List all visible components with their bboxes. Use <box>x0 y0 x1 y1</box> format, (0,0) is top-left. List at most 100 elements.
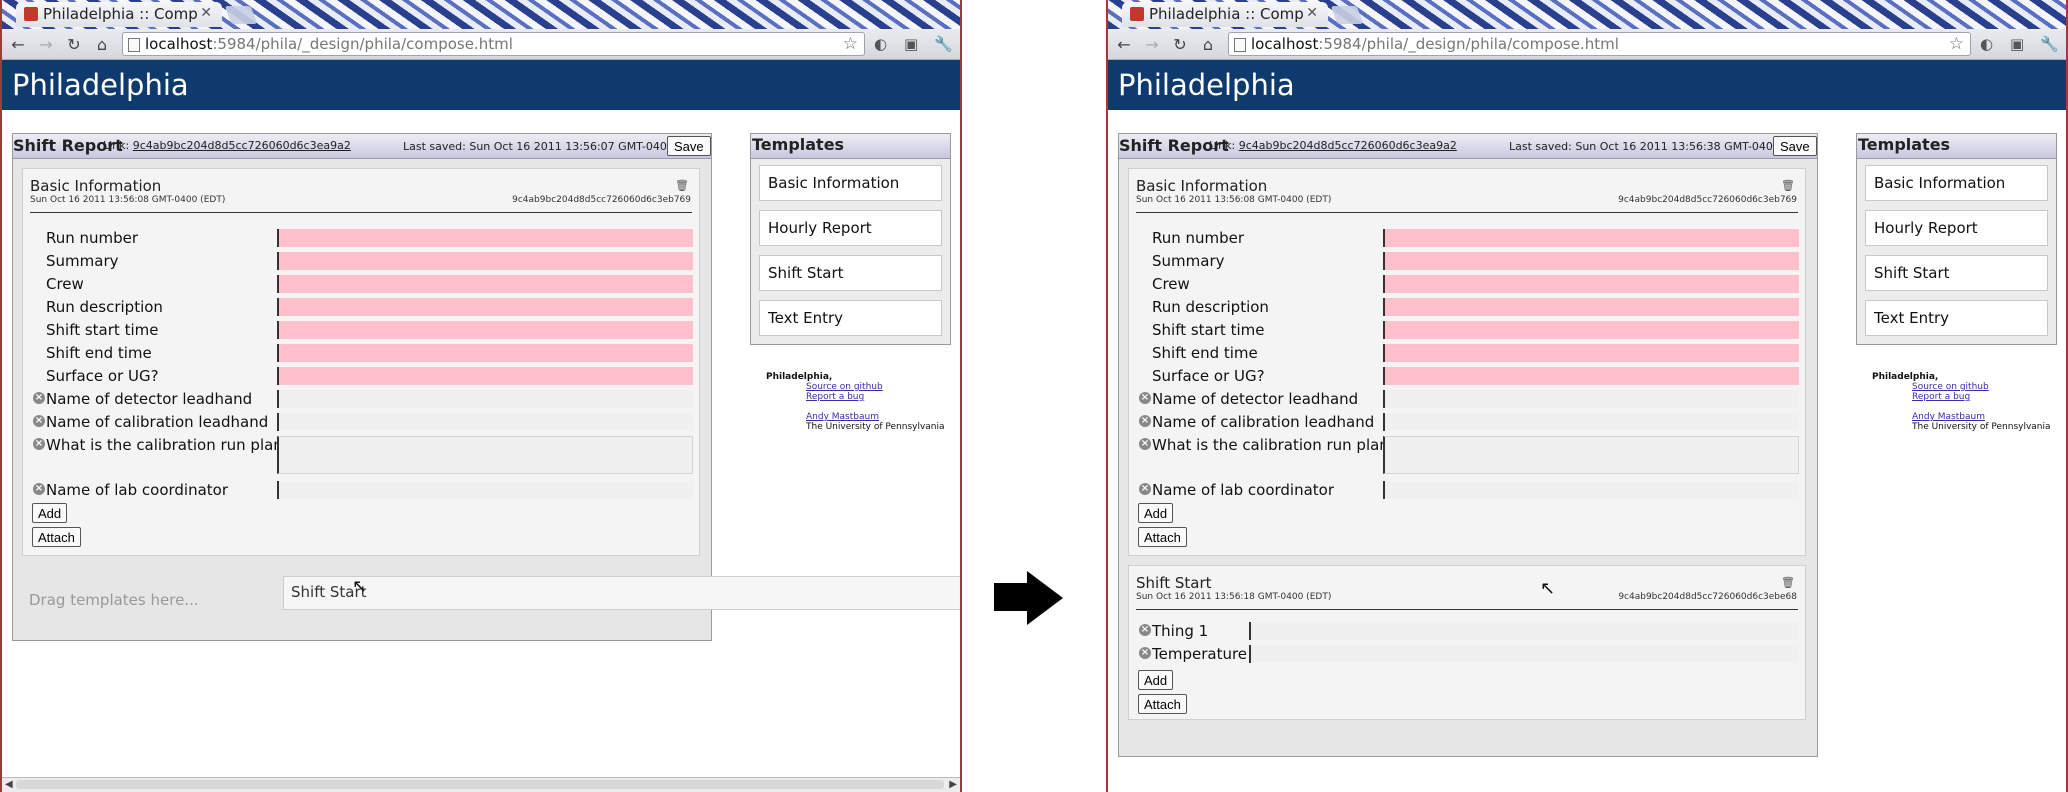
remove-field-icon[interactable]: × <box>1139 647 1151 659</box>
detector-leadhand-input[interactable] <box>277 390 693 408</box>
address-bar[interactable]: localhost:5984/phila/_design/phila/compo… <box>122 32 865 56</box>
forward-icon[interactable]: → <box>1142 35 1162 54</box>
remove-field-icon[interactable]: × <box>33 392 45 404</box>
save-button[interactable]: Save <box>1773 136 1817 156</box>
extension-icon[interactable]: ◐ <box>874 35 887 53</box>
trash-icon[interactable]: 🗑 <box>1781 179 1795 192</box>
horizontal-scrollbar[interactable]: ◀ ▶ <box>2 777 960 792</box>
reload-icon[interactable]: ↻ <box>1170 35 1190 54</box>
back-icon[interactable]: ← <box>8 35 28 54</box>
temperature-input[interactable] <box>1249 645 1799 663</box>
field-row: × Name of calibration leadhand <box>31 411 693 433</box>
shift-start-time-input[interactable] <box>1383 321 1799 339</box>
tab-close-icon[interactable]: ✕ <box>200 5 212 21</box>
shift-end-time-input[interactable] <box>277 344 693 362</box>
remove-field-icon[interactable]: × <box>33 415 45 427</box>
summary-input[interactable] <box>1383 252 1799 270</box>
calibration-run-plan-textarea[interactable] <box>1383 436 1799 474</box>
drop-zone-placeholder[interactable]: Drag templates here... <box>29 591 199 609</box>
remove-field-icon[interactable]: × <box>33 483 45 495</box>
shift-report-panel: Shift Report Link: 9c4ab9bc204d8d5cc7260… <box>1118 133 1818 757</box>
thing-1-input[interactable] <box>1249 622 1799 640</box>
browser-tab[interactable]: Philadelphia :: Compose ✕ <box>16 2 222 27</box>
address-bar[interactable]: localhost:5984/phila/_design/phila/compo… <box>1228 32 1971 56</box>
run-number-input[interactable] <box>1383 229 1799 247</box>
surface-or-ug-input[interactable] <box>1383 367 1799 385</box>
extension-icon[interactable]: ◐ <box>1980 35 1993 53</box>
extension-2-icon[interactable]: ▣ <box>904 35 918 53</box>
author-link[interactable]: Andy Mastbaum <box>806 412 945 422</box>
calibration-run-plan-textarea[interactable] <box>277 436 693 474</box>
dragged-template-ghost[interactable]: Shift Start <box>283 576 960 610</box>
add-field-button[interactable]: Add <box>32 503 68 523</box>
author-link[interactable]: Andy Mastbaum <box>1912 412 2051 422</box>
wrench-icon[interactable]: 🔧 <box>2040 35 2059 53</box>
template-basic-information[interactable]: Basic Information <box>759 165 942 201</box>
remove-field-icon[interactable]: × <box>1139 415 1151 427</box>
report-bug-link[interactable]: Report a bug <box>1912 392 2051 402</box>
remove-field-icon[interactable]: × <box>1139 483 1151 495</box>
crew-input[interactable] <box>277 275 693 293</box>
add-field-button[interactable]: Add <box>1138 503 1174 523</box>
source-link[interactable]: Source on github <box>806 382 945 392</box>
new-tab-button[interactable] <box>224 6 258 24</box>
field-label: Run description <box>46 298 163 316</box>
crew-input[interactable] <box>1383 275 1799 293</box>
forward-icon[interactable]: → <box>36 35 56 54</box>
app-header: Philadelphia <box>2 60 960 110</box>
bookmark-star-icon[interactable]: ☆ <box>843 33 858 55</box>
entry-shift-start: Shift Start Sun Oct 16 2011 13:56:18 GMT… <box>1128 565 1806 720</box>
detector-leadhand-input[interactable] <box>1383 390 1799 408</box>
template-text-entry[interactable]: Text Entry <box>1865 300 2048 336</box>
attach-button[interactable]: Attach <box>1138 527 1187 547</box>
source-link[interactable]: Source on github <box>1912 382 2051 392</box>
remove-field-icon[interactable]: × <box>33 438 45 450</box>
calibration-leadhand-input[interactable] <box>277 413 693 431</box>
home-icon[interactable]: ⌂ <box>92 35 112 54</box>
template-text-entry[interactable]: Text Entry <box>759 300 942 336</box>
report-link-value[interactable]: 9c4ab9bc204d8d5cc726060d6c3ea9a2 <box>133 139 351 152</box>
entry-date: Sun Oct 16 2011 13:56:08 GMT-0400 (EDT) <box>30 195 226 205</box>
scroll-left-icon[interactable]: ◀ <box>5 779 13 790</box>
surface-or-ug-input[interactable] <box>277 367 693 385</box>
scrollbar-thumb[interactable] <box>16 780 944 789</box>
home-icon[interactable]: ⌂ <box>1198 35 1218 54</box>
attach-button[interactable]: Attach <box>32 527 81 547</box>
remove-field-icon[interactable]: × <box>1139 438 1151 450</box>
summary-input[interactable] <box>277 252 693 270</box>
run-number-input[interactable] <box>277 229 693 247</box>
calibration-leadhand-input[interactable] <box>1383 413 1799 431</box>
template-hourly-report[interactable]: Hourly Report <box>759 210 942 246</box>
report-link-value[interactable]: 9c4ab9bc204d8d5cc726060d6c3ea9a2 <box>1239 139 1457 152</box>
bookmark-star-icon[interactable]: ☆ <box>1949 33 1964 55</box>
add-field-button[interactable]: Add <box>1138 670 1174 690</box>
trash-icon[interactable]: 🗑 <box>675 179 689 192</box>
mouse-cursor-icon: ↖ <box>1540 578 1556 599</box>
url-host: localhost <box>145 35 213 53</box>
lab-coordinator-input[interactable] <box>277 481 693 499</box>
browser-tab[interactable]: Philadelphia :: Compose ✕ <box>1122 2 1328 27</box>
run-description-input[interactable] <box>277 298 693 316</box>
remove-field-icon[interactable]: × <box>1139 624 1151 636</box>
shift-end-time-input[interactable] <box>1383 344 1799 362</box>
tab-close-icon[interactable]: ✕ <box>1306 5 1318 21</box>
wrench-icon[interactable]: 🔧 <box>934 35 953 53</box>
back-icon[interactable]: ← <box>1114 35 1134 54</box>
template-hourly-report[interactable]: Hourly Report <box>1865 210 2048 246</box>
scroll-right-icon[interactable]: ▶ <box>949 779 957 790</box>
template-shift-start[interactable]: Shift Start <box>759 255 942 291</box>
extension-2-icon[interactable]: ▣ <box>2010 35 2024 53</box>
run-description-input[interactable] <box>1383 298 1799 316</box>
save-button[interactable]: Save <box>667 136 711 156</box>
trash-icon[interactable]: 🗑 <box>1781 576 1795 589</box>
shift-start-time-input[interactable] <box>277 321 693 339</box>
app-header: Philadelphia <box>1108 60 2066 110</box>
attach-button[interactable]: Attach <box>1138 694 1187 714</box>
template-shift-start[interactable]: Shift Start <box>1865 255 2048 291</box>
reload-icon[interactable]: ↻ <box>64 35 84 54</box>
new-tab-button[interactable] <box>1330 6 1364 24</box>
report-bug-link[interactable]: Report a bug <box>806 392 945 402</box>
remove-field-icon[interactable]: × <box>1139 392 1151 404</box>
lab-coordinator-input[interactable] <box>1383 481 1799 499</box>
template-basic-information[interactable]: Basic Information <box>1865 165 2048 201</box>
